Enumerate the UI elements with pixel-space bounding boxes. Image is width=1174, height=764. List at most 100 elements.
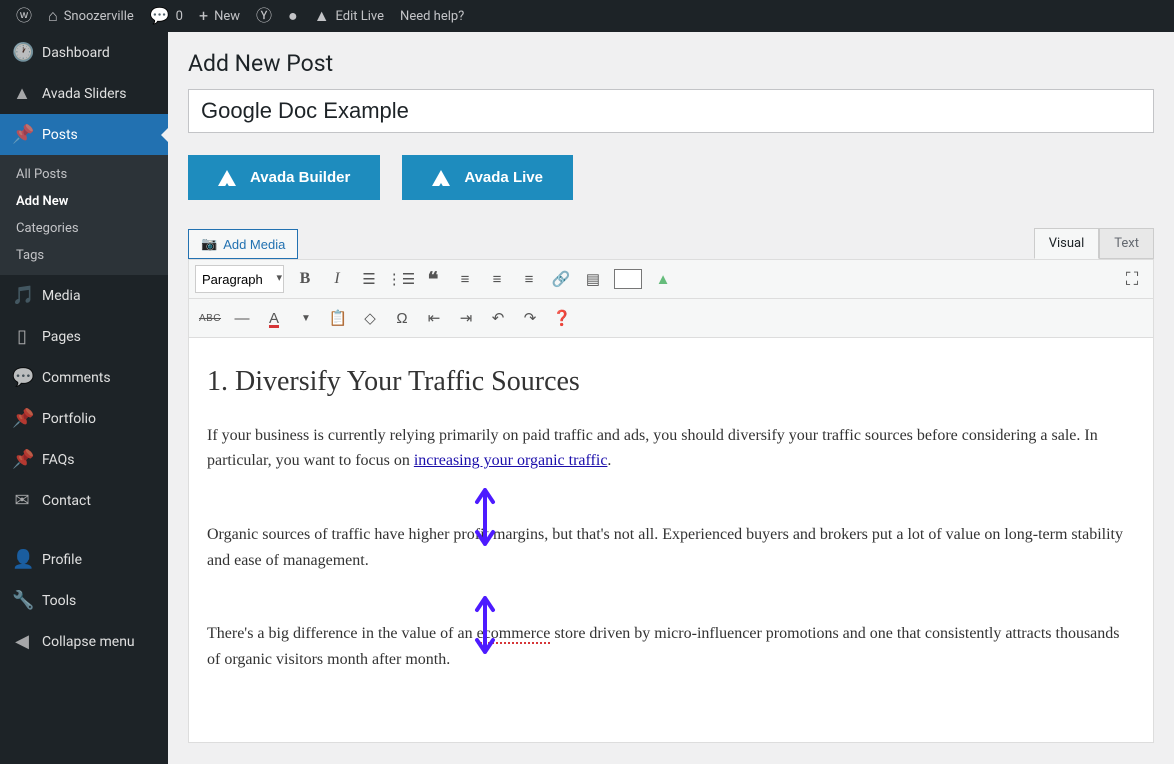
edit-live-label: Edit Live <box>336 9 385 24</box>
add-media-button[interactable]: 📷Add Media <box>188 229 298 259</box>
camera-icon: 📷 <box>201 236 217 252</box>
editor-toolbar-row2: ABC — A ▼ 📋 ◇ Ω ⇤ ⇥ ↶ ↷ ❓ <box>189 299 1153 338</box>
content-heading: 1. Diversify Your Traffic Sources <box>207 360 1135 405</box>
wrench-icon: 🔧 <box>12 590 32 611</box>
undo-button[interactable]: ↶ <box>483 303 513 333</box>
need-help-label: Need help? <box>400 9 464 24</box>
avada-logo-icon <box>218 170 236 186</box>
comment-count: 0 <box>176 9 183 24</box>
align-right-button[interactable]: ≡ <box>514 264 544 294</box>
submenu-tags[interactable]: Tags <box>0 242 168 269</box>
portfolio-icon: 📌 <box>12 408 32 429</box>
menu-portfolio[interactable]: 📌Portfolio <box>0 398 168 439</box>
menu-profile[interactable]: 👤Profile <box>0 539 168 580</box>
edit-live-link[interactable]: ▲ Edit Live <box>306 0 392 32</box>
hr-button[interactable]: — <box>227 303 257 333</box>
editor-toolbar-row1: Paragraph B I ☰ ⋮☰ ❝ ≡ ≡ ≡ 🔗 ▤ ▲ ⛶ <box>189 260 1153 299</box>
menu-avada-sliders[interactable]: ▲Avada Sliders <box>0 73 168 114</box>
main-content: Add New Post Avada Builder Avada Live 📷A… <box>168 32 1174 764</box>
color-button[interactable] <box>614 269 642 289</box>
editor-box: Paragraph B I ☰ ⋮☰ ❝ ≡ ≡ ≡ 🔗 ▤ ▲ ⛶ ABC —… <box>188 259 1154 743</box>
avada-logo-icon <box>432 170 450 186</box>
submenu-categories[interactable]: Categories <box>0 215 168 242</box>
menu-dashboard[interactable]: 🕐Dashboard <box>0 32 168 73</box>
menu-contact[interactable]: ✉Contact <box>0 480 168 521</box>
submenu-all-posts[interactable]: All Posts <box>0 161 168 188</box>
site-name: Snoozerville <box>64 9 134 24</box>
faqs-icon: 📌 <box>12 449 32 470</box>
site-home-link[interactable]: ⌂ Snoozerville <box>40 0 142 32</box>
mail-icon: ✉ <box>12 490 32 511</box>
align-left-button[interactable]: ≡ <box>450 264 480 294</box>
menu-faqs[interactable]: 📌FAQs <box>0 439 168 480</box>
clear-format-button[interactable]: ◇ <box>355 303 385 333</box>
editor-content[interactable]: 1. Diversify Your Traffic Sources If you… <box>189 338 1153 742</box>
menu-tools[interactable]: 🔧Tools <box>0 580 168 621</box>
collapse-icon: ◀ <box>12 631 32 652</box>
organic-traffic-link[interactable]: increasing your organic traffic <box>414 452 608 469</box>
menu-collapse[interactable]: ◀Collapse menu <box>0 621 168 662</box>
dashboard-icon: 🕐 <box>12 42 32 63</box>
special-char-button[interactable]: Ω <box>387 303 417 333</box>
tab-text[interactable]: Text <box>1099 228 1154 259</box>
align-center-button[interactable]: ≡ <box>482 264 512 294</box>
spellcheck-underline: ecommerce <box>477 625 551 644</box>
avada-live-button[interactable]: Avada Live <box>402 155 573 200</box>
avada-icon: ▲ <box>314 8 330 24</box>
post-title-input[interactable] <box>188 89 1154 133</box>
blockquote-button[interactable]: ❝ <box>418 264 448 294</box>
menu-media[interactable]: 🎵Media <box>0 275 168 316</box>
yoast-link[interactable]: Ⓨ <box>248 0 280 32</box>
pin-icon: 📌 <box>12 124 32 145</box>
bullet-list-button[interactable]: ☰ <box>354 264 384 294</box>
redo-button[interactable]: ↷ <box>515 303 545 333</box>
pages-icon: ▯ <box>12 326 32 347</box>
submenu-add-new[interactable]: Add New <box>0 188 168 215</box>
user-icon: 👤 <box>12 549 32 570</box>
read-more-button[interactable]: ▤ <box>578 264 608 294</box>
status-dot[interactable]: ● <box>280 0 306 32</box>
outdent-button[interactable]: ⇤ <box>419 303 449 333</box>
wordpress-icon: ⓦ <box>16 8 32 24</box>
menu-posts[interactable]: 📌Posts <box>0 114 168 155</box>
menu-pages[interactable]: ▯Pages <box>0 316 168 357</box>
wp-logo[interactable]: ⓦ <box>8 0 40 32</box>
bold-button[interactable]: B <box>290 264 320 294</box>
paste-text-button[interactable]: 📋 <box>323 303 353 333</box>
numbered-list-button[interactable]: ⋮☰ <box>386 264 416 294</box>
text-color-drop-button[interactable]: ▼ <box>291 303 321 333</box>
avada-icon: ▲ <box>12 83 32 104</box>
content-p1: If your business is currently relying pr… <box>207 423 1135 474</box>
link-button[interactable]: 🔗 <box>546 264 576 294</box>
home-icon: ⌂ <box>48 8 58 24</box>
comment-icon: 💬 <box>150 8 170 24</box>
strikethrough-button[interactable]: ABC <box>195 303 225 333</box>
plus-icon: + <box>199 8 208 24</box>
indent-button[interactable]: ⇥ <box>451 303 481 333</box>
new-label: New <box>214 9 240 24</box>
menu-comments[interactable]: 💬Comments <box>0 357 168 398</box>
text-color-button[interactable]: A <box>259 303 289 333</box>
admin-bar: ⓦ ⌂Snoozerville 💬0 +New Ⓨ ● ▲Edit Live N… <box>0 0 1174 32</box>
italic-button[interactable]: I <box>322 264 352 294</box>
admin-sidebar: 🕐Dashboard ▲Avada Sliders 📌Posts All Pos… <box>0 32 168 764</box>
help-button[interactable]: ❓ <box>547 303 577 333</box>
dot-icon: ● <box>288 8 298 24</box>
yoast-icon: Ⓨ <box>256 8 272 24</box>
avada-builder-button[interactable]: Avada Builder <box>188 155 380 200</box>
comments-link[interactable]: 💬0 <box>142 0 191 32</box>
new-content-link[interactable]: + New <box>191 0 248 32</box>
builder-buttons: Avada Builder Avada Live <box>188 155 1154 200</box>
fullscreen-button[interactable]: ⛶ <box>1117 264 1147 294</box>
media-icon: 🎵 <box>12 285 32 306</box>
editor-tabs: Visual Text <box>1034 228 1154 259</box>
avada-shortcode-button[interactable]: ▲ <box>648 264 678 294</box>
need-help-link[interactable]: Need help? <box>392 0 472 32</box>
page-title: Add New Post <box>188 50 1154 77</box>
posts-submenu: All Posts Add New Categories Tags <box>0 155 168 275</box>
tab-visual[interactable]: Visual <box>1034 228 1100 259</box>
format-select[interactable]: Paragraph <box>195 265 284 293</box>
content-p3: There's a big difference in the value of… <box>207 621 1135 672</box>
content-p2: Organic sources of traffic have higher p… <box>207 522 1135 573</box>
comments-icon: 💬 <box>12 367 32 388</box>
